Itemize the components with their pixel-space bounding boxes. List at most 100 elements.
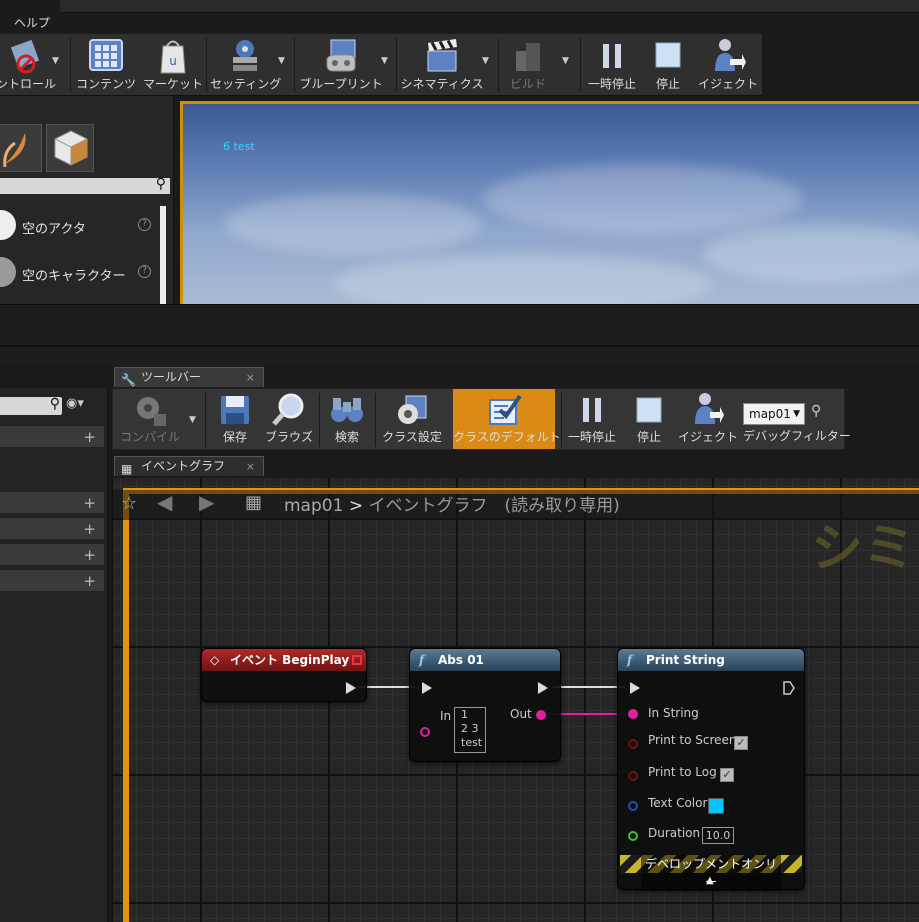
settings-button[interactable]: セッティング [210, 34, 281, 96]
search-icon[interactable]: ⚲ [811, 403, 821, 419]
settings-icon [233, 40, 257, 71]
pause-icon [583, 398, 601, 422]
bool-pin[interactable] [628, 739, 638, 749]
add-icon[interactable]: + [83, 494, 96, 512]
content-label: コンテンツ [75, 77, 136, 91]
print-to-log-checkbox[interactable]: ✓ [720, 768, 734, 782]
duration-input[interactable]: 10.0 [702, 827, 734, 844]
help-icon[interactable]: ? [138, 265, 151, 278]
eject-button[interactable]: イジェクト [696, 34, 760, 96]
class-defaults-button[interactable]: クラスのデフォルト [453, 389, 561, 449]
eye-icon[interactable]: ◉▾ [66, 396, 84, 411]
foliage-mode-tab[interactable] [0, 124, 42, 172]
expand-arrow-icon[interactable]: ▲ [706, 875, 714, 886]
in-string-pin[interactable] [420, 727, 430, 737]
in-value-box[interactable]: 1 2 3 test [454, 707, 486, 753]
exec-in-pin[interactable] [630, 682, 640, 694]
node-header: ◇ イベント BeginPlay [202, 649, 366, 671]
debug-pause-button[interactable]: 一時停止 [565, 389, 619, 449]
add-icon[interactable]: + [83, 428, 96, 446]
sky-cloud [483, 164, 803, 234]
build-button[interactable]: ビルド [500, 34, 556, 96]
float-pin[interactable] [628, 831, 638, 841]
browse-label: ブラウズ [264, 430, 313, 444]
find-button[interactable]: 検索 [321, 389, 373, 449]
search-icon: ⚲ [49, 396, 60, 412]
debug-object-value: map01 [749, 407, 791, 421]
chevron-down-icon[interactable]: ▼ [52, 56, 59, 66]
category-row[interactable]: + [0, 570, 104, 592]
place-item-empty-character[interactable]: 空のキャラクター ? [0, 253, 160, 293]
compile-button[interactable]: コンパイル [115, 389, 185, 449]
menu-help[interactable]: ヘルプ [14, 14, 50, 31]
text-color-swatch[interactable] [708, 798, 724, 814]
chevron-down-icon[interactable]: ▼ [381, 56, 388, 66]
in-pin-label: In [440, 709, 452, 723]
print-to-screen-label: Print to Screen [648, 733, 737, 747]
content-button[interactable]: コンテンツ [74, 34, 138, 96]
chevron-down-icon[interactable]: ▼ [562, 56, 569, 66]
exec-in-pin[interactable] [422, 682, 432, 694]
build-icon [516, 43, 540, 71]
in-value-line: test [461, 736, 483, 749]
category-row[interactable]: + [0, 492, 104, 514]
my-blueprint-search-input[interactable]: ⚲ [0, 396, 62, 415]
cinematics-button[interactable]: シネマティクス [400, 34, 484, 96]
node-event-begin-play[interactable]: ◇ イベント BeginPlay [201, 648, 367, 702]
tab-event-graph[interactable]: ▦ イベントグラフ × [114, 456, 264, 476]
blueprints-button[interactable]: ブループリント [298, 34, 384, 96]
chevron-down-icon: ▼ [793, 409, 800, 419]
eject-label: イジェクト [697, 77, 758, 91]
stop-button[interactable]: 停止 [642, 34, 694, 96]
add-icon[interactable]: + [83, 546, 96, 564]
debug-stop-button[interactable]: 停止 [623, 389, 675, 449]
place-search-input[interactable]: ⚲ [0, 176, 170, 194]
chevron-down-icon[interactable]: ▼ [278, 56, 285, 66]
foliage-icon [3, 133, 26, 168]
chevron-down-icon[interactable]: ▼ [189, 415, 196, 425]
node-print-string[interactable]: f Print String In String Print to Screen… [617, 648, 805, 891]
help-icon[interactable]: ? [138, 218, 151, 231]
empty-character-thumbnail [0, 257, 16, 287]
category-row[interactable]: + [0, 426, 104, 448]
node-header: f Abs 01 [410, 649, 560, 671]
pause-button[interactable]: 一時停止 [584, 34, 640, 96]
cinematics-icon [427, 39, 457, 72]
print-to-screen-checkbox[interactable]: ✓ [734, 736, 748, 750]
debug-eject-button[interactable]: イジェクト [677, 389, 739, 449]
add-icon[interactable]: + [83, 520, 96, 538]
exec-out-pin[interactable] [346, 682, 356, 694]
place-item-empty-actor[interactable]: 空のアクタ ? [0, 206, 160, 246]
add-icon[interactable]: + [83, 572, 96, 590]
class-settings-button[interactable]: クラス設定 [377, 389, 447, 449]
category-row[interactable]: + [0, 518, 104, 540]
chevron-down-icon[interactable]: ▼ [482, 56, 489, 66]
exec-out-pin[interactable] [538, 682, 548, 694]
close-icon[interactable]: × [246, 457, 255, 476]
in-string-pin[interactable] [628, 709, 638, 719]
save-button[interactable]: 保存 [209, 389, 261, 449]
exec-out-pin[interactable] [783, 681, 795, 695]
toolbar-separator [580, 38, 581, 92]
node-header: f Print String [618, 649, 804, 671]
pause-icon [603, 44, 621, 68]
compile-icon [137, 397, 166, 426]
function-icon: f [627, 653, 633, 667]
color-pin[interactable] [628, 801, 638, 811]
level-viewport[interactable]: 6 test [180, 101, 919, 304]
toolbar-separator [70, 38, 71, 92]
event-graph-canvas[interactable]: ☆ ◀ ▶ ▦ map01 > イベントグラフ (読み取り専用) シミ ◇ イベ… [112, 478, 919, 922]
debug-object-select[interactable]: map01 ▼ [743, 403, 805, 425]
geometry-mode-tab[interactable] [46, 124, 94, 172]
delegate-pin[interactable] [352, 655, 362, 665]
node-abs[interactable]: f Abs 01 In 1 2 3 test Out [409, 648, 561, 762]
browse-button[interactable]: ブラウズ [261, 389, 317, 449]
bool-pin[interactable] [628, 771, 638, 781]
place-panel-scrollbar[interactable] [160, 206, 166, 304]
toolbar-separator [396, 38, 397, 92]
close-icon[interactable]: × [246, 368, 255, 387]
tab-toolbar[interactable]: 🔧 ツールバー × [114, 367, 264, 387]
out-string-pin[interactable] [536, 710, 546, 720]
marketplace-button[interactable]: u マーケット [140, 34, 206, 96]
category-row[interactable]: + [0, 544, 104, 566]
